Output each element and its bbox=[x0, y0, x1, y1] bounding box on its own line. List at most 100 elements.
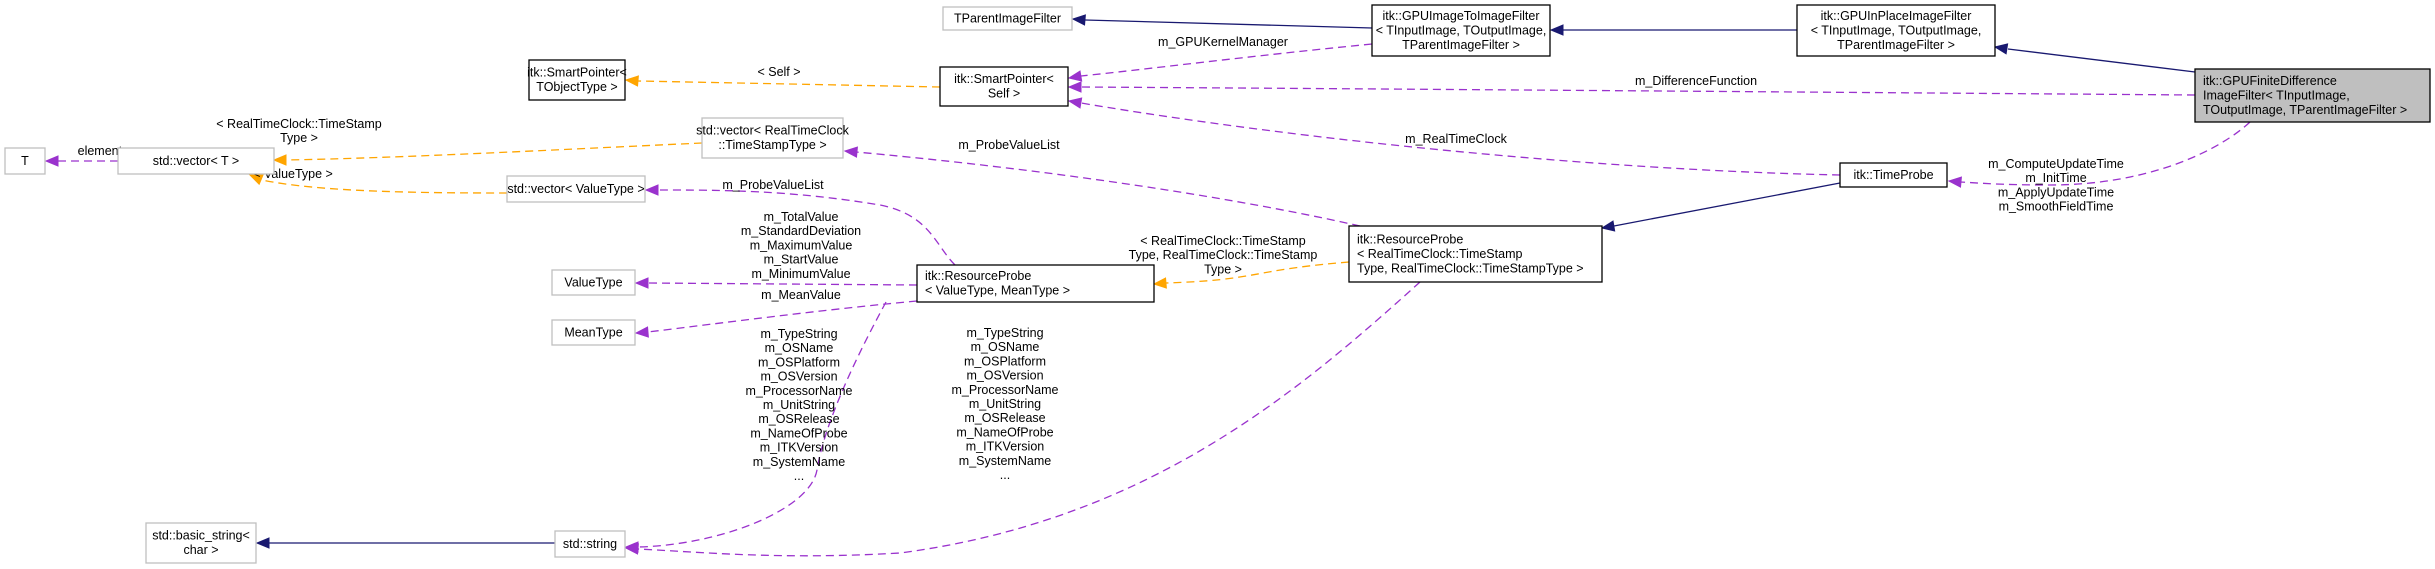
arrowhead-icon bbox=[1071, 14, 1086, 26]
arrowhead-icon bbox=[1067, 81, 1082, 93]
edge-label-line: m_OSRelease bbox=[964, 411, 1045, 425]
edge-imagetoimage-to-tparent bbox=[1084, 19, 1373, 29]
edge-focus-to-inplace bbox=[2007, 48, 2196, 73]
edge-label-line: m_MinimumValue bbox=[751, 267, 850, 281]
edge-label-line: m_OSRelease bbox=[758, 412, 839, 426]
arrowhead-icon bbox=[624, 75, 639, 87]
node-label: TParentImageFilter > bbox=[1837, 38, 1955, 52]
edge-label-string-members-left: m_TypeStringm_OSNamem_OSPlatformm_OSVers… bbox=[746, 327, 853, 483]
edge-label-rtc-template-vec: < RealTimeClock::TimeStampType > bbox=[216, 117, 381, 145]
edge-rtc-template-vec bbox=[285, 142, 703, 161]
node-basic-string: std::basic_string<char > bbox=[145, 522, 257, 564]
edge-label-line: m_SmoothFieldTime bbox=[1999, 200, 2114, 214]
arrowhead-icon bbox=[1067, 70, 1083, 82]
edge-label-line: m_SystemName bbox=[753, 455, 845, 469]
edge-label-line: m_OSPlatform bbox=[964, 354, 1046, 368]
node-label: TObjectType > bbox=[536, 80, 617, 94]
edge-label-gpu-kernel-manager: m_GPUKernelManager bbox=[1158, 35, 1288, 49]
node-sp-self[interactable]: itk::SmartPointer<Self > bbox=[939, 66, 1069, 107]
node-rp-vt[interactable]: itk::ResourceProbe< ValueType, MeanType … bbox=[916, 264, 1155, 303]
edge-label-timeprobe-members: m_ComputeUpdateTimem_InitTimem_ApplyUpda… bbox=[1988, 157, 2124, 214]
edge-label-line: m_UnitString bbox=[969, 397, 1041, 411]
arrowhead-icon bbox=[644, 184, 659, 196]
edge-label-line: Type > bbox=[1204, 262, 1242, 276]
collaboration-diagram: m_GPUKernelManager < Self > m_DifferenceFu… bbox=[4, 4, 2431, 564]
node-label: std::vector< RealTimeClock bbox=[696, 124, 849, 138]
edge-label-line: m_OSVersion bbox=[966, 369, 1043, 383]
node-label: itk::GPUImageToImageFilter bbox=[1383, 9, 1540, 23]
node-vec-vt: std::vector< ValueType > bbox=[506, 175, 646, 203]
node-label: T bbox=[21, 154, 29, 168]
arrowhead-icon bbox=[634, 326, 649, 338]
node-label: itk::TimeProbe bbox=[1853, 168, 1933, 182]
edge-value-members bbox=[647, 282, 918, 286]
edge-label-line: m_MeanValue bbox=[761, 288, 841, 302]
edge-label-line: < RealTimeClock::TimeStamp bbox=[1140, 234, 1305, 248]
node-valuetype: ValueType bbox=[551, 269, 636, 296]
node-focus[interactable]: itk::GPUFiniteDifferenceImageFilter< TIn… bbox=[2194, 68, 2431, 123]
node-label: itk::GPUFiniteDifference bbox=[2203, 74, 2337, 88]
node-label: std::vector< ValueType > bbox=[507, 182, 644, 196]
arrowhead-icon bbox=[843, 146, 858, 158]
edge-label-line: m_TypeString bbox=[760, 327, 837, 341]
node-vec-rtc: std::vector< RealTimeClock::TimeStampTyp… bbox=[696, 117, 850, 159]
node-string: std::string bbox=[554, 530, 626, 558]
edge-difference-function bbox=[1080, 86, 2196, 96]
edge-label-line: m_OSVersion bbox=[760, 370, 837, 384]
node-t: T bbox=[4, 147, 46, 175]
edge-label-line: < Self > bbox=[757, 65, 800, 79]
arrowhead-icon bbox=[1549, 24, 1564, 36]
edge-label-line: < RealTimeClock::TimeStamp bbox=[216, 117, 381, 131]
edge-label-line: m_MaximumValue bbox=[750, 238, 853, 252]
node-label: ::TimeStampType > bbox=[718, 138, 826, 152]
node-label: itk::ResourceProbe bbox=[925, 269, 1031, 283]
node-label: itk::SmartPointer< bbox=[527, 66, 627, 80]
edge-label-line: m_DifferenceFunction bbox=[1635, 74, 1757, 88]
node-label: itk::SmartPointer< bbox=[954, 72, 1054, 86]
edge-label-line: m_ProcessorName bbox=[952, 383, 1059, 397]
edge-label-line: m_OSName bbox=[765, 341, 834, 355]
node-label: ImageFilter< TInputImage, bbox=[2203, 88, 2350, 102]
edge-label-string-members-right: m_TypeStringm_OSNamem_OSPlatformm_OSVers… bbox=[952, 326, 1059, 482]
edge-label-line: m_ProbeValueList bbox=[958, 138, 1060, 152]
arrowhead-icon bbox=[1600, 220, 1616, 232]
edge-label-line: m_TypeString bbox=[966, 326, 1043, 340]
edge-label-line: m_RealTimeClock bbox=[1405, 132, 1507, 146]
arrowhead-icon bbox=[1152, 277, 1167, 289]
node-vec-t: std::vector< T > bbox=[117, 147, 275, 175]
node-timeprobe[interactable]: itk::TimeProbe bbox=[1839, 162, 1948, 188]
node-tparent: TParentImageFilter bbox=[942, 6, 1073, 31]
node-imagetoimage[interactable]: itk::GPUImageToImageFilter< TInputImage,… bbox=[1371, 4, 1551, 57]
node-label: < RealTimeClock::TimeStamp bbox=[1357, 247, 1522, 261]
node-label: std::vector< T > bbox=[153, 154, 239, 168]
node-meantype: MeanType bbox=[551, 319, 636, 346]
edge-label-probe-value-list-vt: m_ProbeValueList bbox=[722, 178, 824, 192]
edge-label-line: Type, RealTimeClock::TimeStamp bbox=[1129, 248, 1318, 262]
edge-label-line: m_UnitString bbox=[763, 398, 835, 412]
edge-label-real-time-clock: m_RealTimeClock bbox=[1405, 132, 1507, 146]
edge-label-line: m_InitTime bbox=[2025, 171, 2086, 185]
node-rp-rtc[interactable]: itk::ResourceProbe< RealTimeClock::TimeS… bbox=[1348, 225, 1603, 283]
node-inplace[interactable]: itk::GPUInPlaceImageFilter< TInputImage,… bbox=[1796, 4, 1996, 57]
edge-timeprobe-members bbox=[1959, 121, 2251, 186]
edge-label-value-members: m_TotalValuem_StandardDeviationm_Maximum… bbox=[741, 210, 861, 281]
edge-label-self: < Self > bbox=[757, 65, 800, 79]
edge-self-template bbox=[637, 80, 941, 88]
node-label: ValueType bbox=[564, 275, 622, 289]
edge-label-line: m_ITKVersion bbox=[966, 440, 1045, 454]
edge-label-line: m_StartValue bbox=[764, 253, 839, 267]
node-label: TParentImageFilter bbox=[954, 11, 1061, 25]
edge-label-line: ... bbox=[1000, 468, 1010, 482]
node-sp-tobj[interactable]: itk::SmartPointer<TObjectType > bbox=[527, 59, 627, 101]
edge-label-line: ... bbox=[794, 469, 804, 483]
edge-probe-value-list-rtc bbox=[855, 151, 1361, 227]
edge-label-line: m_ProbeValueList bbox=[722, 178, 824, 192]
edge-label-line: m_ApplyUpdateTime bbox=[1998, 185, 2114, 199]
node-label: TOutputImage, TParentImageFilter > bbox=[2203, 103, 2407, 117]
arrowhead-icon bbox=[272, 154, 287, 166]
edge-rprtc-to-timeprobe bbox=[1613, 182, 1841, 227]
edge-label-line: m_NameOfProbe bbox=[750, 426, 847, 440]
arrowhead-icon bbox=[255, 537, 270, 549]
edge-valuetype-template-vec bbox=[261, 179, 508, 194]
edge-rtc-template-rp bbox=[1165, 261, 1350, 284]
